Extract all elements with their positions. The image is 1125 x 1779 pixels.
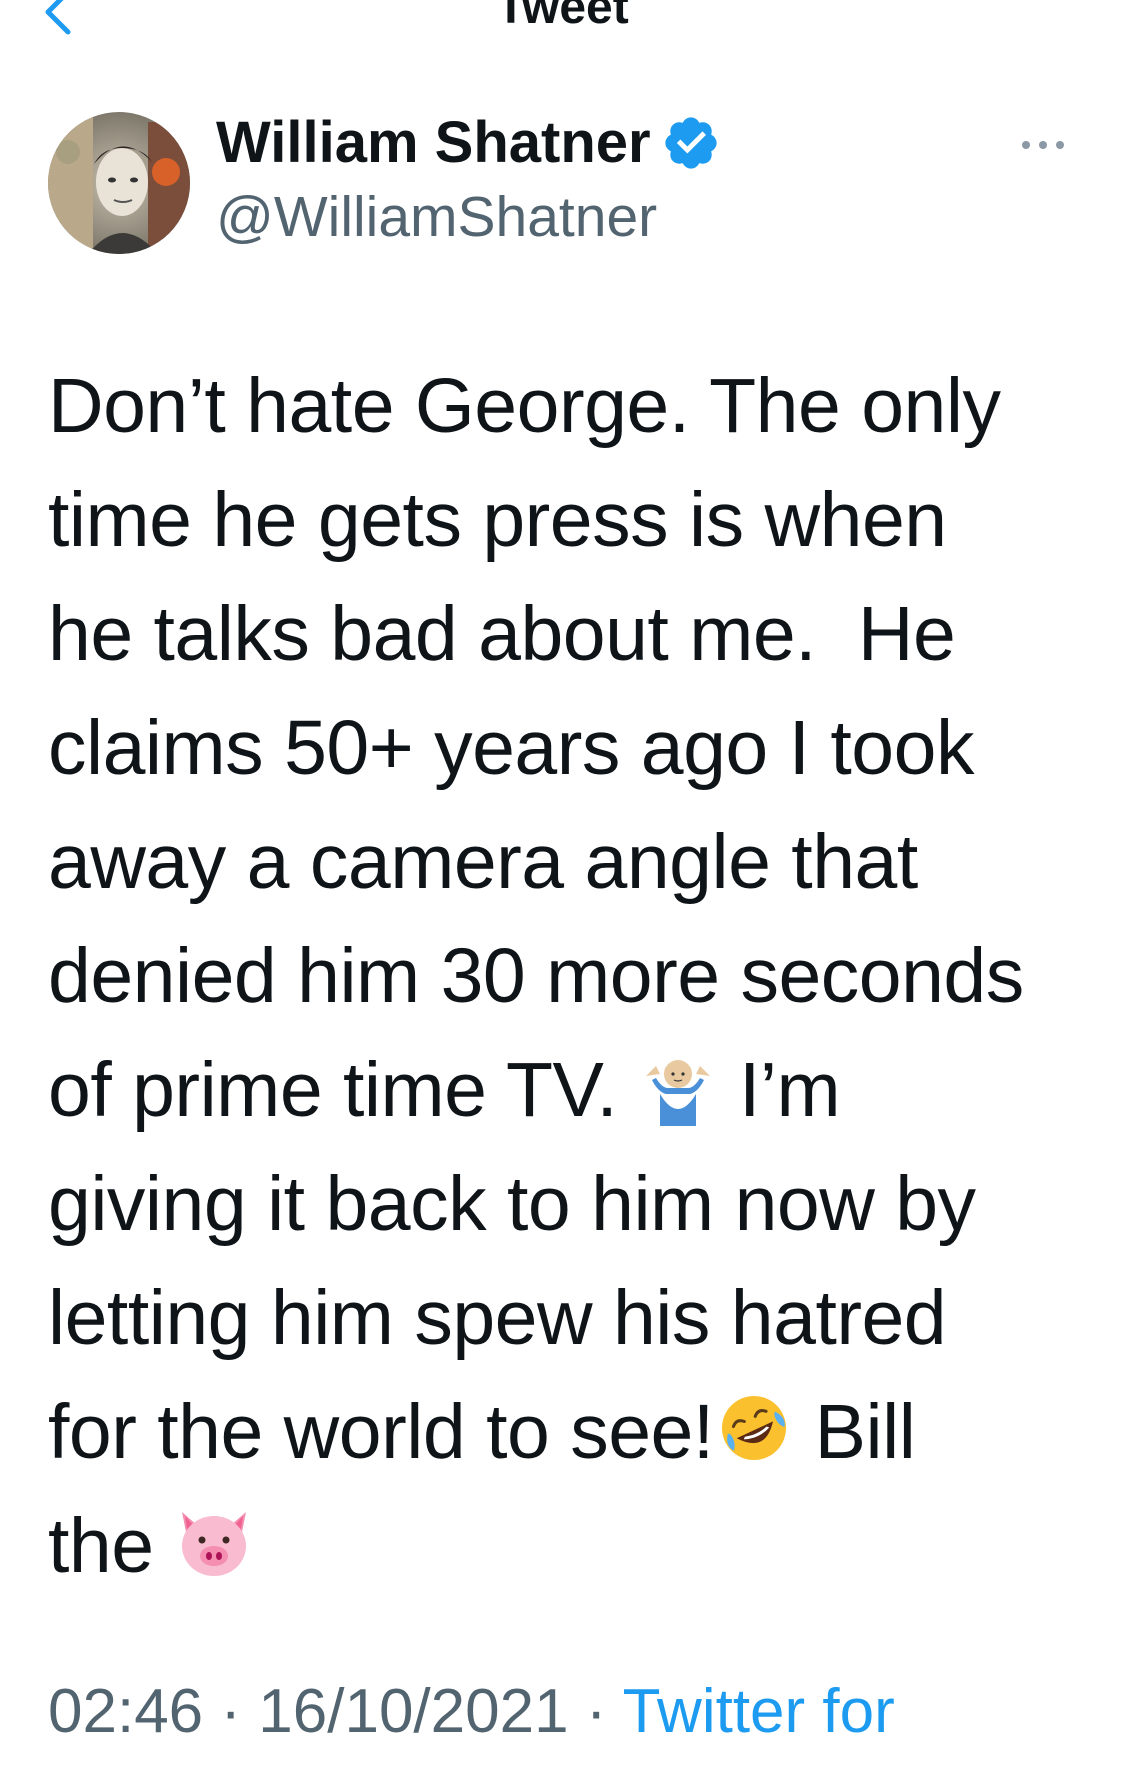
tweet-line: letting him spew his hatred (48, 1275, 947, 1361)
tweet-line: away a camera angle that (48, 819, 918, 905)
rolling-on-floor-laughing-emoji (721, 1396, 786, 1460)
tweet-line: Bill (793, 1389, 916, 1475)
page-title: Tweet (496, 0, 629, 34)
separator: · (220, 1677, 242, 1746)
avatar[interactable] (48, 112, 190, 254)
user-handle[interactable]: @WilliamShatner (216, 182, 721, 252)
tweet-line: the (48, 1503, 154, 1589)
tweet-line: for the world to see! (48, 1389, 714, 1475)
tweet-text: Don’t hate George. The only time he gets… (48, 349, 1098, 1603)
display-name[interactable]: William Shatner (216, 108, 651, 178)
tweet-metadata: 02:46 · 16/10/2021 · Twitter for (48, 1672, 895, 1752)
display-name-row: William Shatner (216, 108, 721, 178)
verified-badge-icon (664, 117, 717, 169)
tweet-author: William Shatner @WilliamShatner (216, 108, 721, 252)
tweet-line: he talks bad about me. He (48, 591, 956, 677)
ellipsis-icon (1022, 141, 1064, 149)
tweet-time: 02:46 (48, 1677, 204, 1746)
person-shrugging-emoji (646, 1060, 711, 1126)
tweet-line: time he gets press is when (48, 477, 947, 563)
separator: · (585, 1677, 607, 1746)
tweet-date: 16/10/2021 (258, 1677, 569, 1746)
tweet-line: denied him 30 more seconds (48, 933, 1024, 1019)
tweet-line: claims 50+ years ago I took (48, 705, 974, 791)
profile-photo (48, 112, 190, 254)
tweet-line: Don’t hate George. The only (48, 363, 1001, 449)
tweet-line: I’m (718, 1047, 841, 1133)
tweet-line: of prime time TV. (48, 1047, 618, 1133)
tweet-line: giving it back to him now by (48, 1161, 976, 1247)
pig-face-emoji (182, 1512, 247, 1576)
more-options-button[interactable] (1018, 130, 1068, 160)
top-navigation-bar: Tweet (0, 0, 1125, 40)
tweet-source-link[interactable]: Twitter for (623, 1677, 895, 1746)
